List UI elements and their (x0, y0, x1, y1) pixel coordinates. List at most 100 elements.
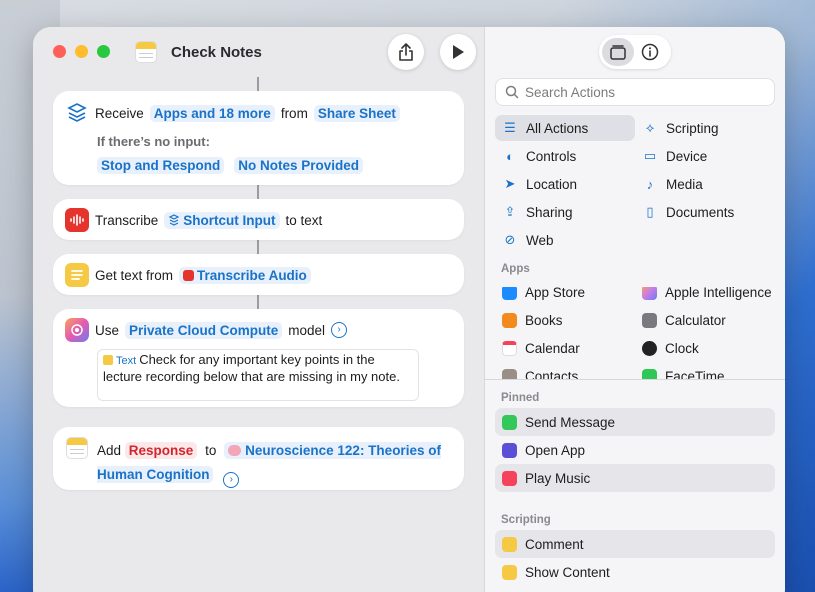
waveform-icon (183, 269, 195, 281)
scripting-comment[interactable]: Comment (495, 530, 775, 558)
transcribe-action-card[interactable]: Transcribe Shortcut Input to text (53, 199, 464, 240)
category-sharing[interactable]: ⇪ Sharing (495, 199, 573, 225)
scripting-label: Comment (525, 536, 584, 552)
app-store-icon (502, 287, 517, 300)
app-label: Contacts (525, 368, 579, 380)
close-button[interactable] (53, 45, 66, 58)
brain-icon (228, 445, 242, 456)
prompt-text-field[interactable]: Text Check for any important key points i… (97, 349, 419, 401)
device-icon: ▭ (643, 148, 657, 163)
play-icon (453, 45, 464, 59)
app-item-calendar[interactable]: Calendar (495, 335, 580, 361)
connector-line (257, 240, 259, 254)
share-button[interactable] (388, 34, 424, 70)
category-documents[interactable]: ▯ Documents (635, 199, 734, 225)
search-actions-field[interactable]: Search Actions (495, 78, 775, 106)
window-controls (53, 45, 110, 58)
category-all-actions[interactable]: ☰ All Actions (495, 115, 635, 141)
app-label: Clock (665, 340, 699, 356)
sidebar-segmented-control (599, 35, 671, 69)
app-item-apple-intelligence[interactable]: Apple Intelligence (635, 287, 772, 305)
category-scripting[interactable]: ⟡ Scripting (635, 115, 719, 141)
category-label: Scripting (666, 120, 719, 136)
app-label: Apple Intelligence (665, 287, 772, 300)
messages-icon (502, 414, 517, 430)
music-note-icon: ♪ (646, 176, 654, 192)
receive-action-card[interactable]: Receive Apps and 18 more from Share Shee… (53, 91, 464, 185)
use-model-action-card[interactable]: Use Private Cloud Compute model › Text Ch… (53, 309, 464, 407)
info-tab[interactable] (634, 38, 666, 66)
category-media[interactable]: ♪ Media (635, 171, 703, 197)
shortcut-input-icon (168, 214, 180, 226)
response-token[interactable]: Response (124, 442, 198, 459)
category-web[interactable]: ⊘ Web (495, 227, 554, 253)
use-verb: Use (95, 322, 120, 338)
category-label: Controls (526, 148, 577, 164)
chevron-right-icon[interactable]: › (223, 472, 240, 488)
category-label: Device (666, 148, 708, 164)
apple-intelligence-icon (642, 287, 657, 300)
pinned-label: Open App (525, 442, 586, 458)
shortcuts-window: Check Notes Receive Apps and 18 more fro… (33, 27, 785, 592)
app-item-app-store[interactable]: App Store (495, 287, 585, 305)
text-icon (103, 355, 113, 365)
get-text-action-card[interactable]: Get text from Transcribe Audio (53, 254, 464, 295)
category-location[interactable]: ➤ Location (495, 171, 578, 197)
shortcut-editor: Check Notes Receive Apps and 18 more fro… (33, 27, 484, 592)
model-token[interactable]: Private Cloud Compute (125, 321, 283, 339)
to-label: to (205, 443, 217, 458)
search-icon (505, 85, 519, 99)
clock-icon (642, 340, 657, 356)
pinned-section-header: Pinned (501, 392, 540, 404)
pinned-send-message[interactable]: Send Message (495, 408, 775, 436)
receive-verb: Receive (95, 105, 144, 121)
document-icon: ▯ (646, 204, 654, 219)
show-content-icon (502, 564, 517, 580)
window-title[interactable]: Check Notes (171, 44, 262, 61)
minimize-button[interactable] (75, 45, 88, 58)
get-text-verb: Get text from (95, 267, 174, 283)
apps-section-header: Apps (501, 263, 530, 275)
zoom-button[interactable] (97, 45, 110, 58)
calendar-icon (502, 340, 517, 356)
scripting-show-content[interactable]: Show Content (495, 558, 775, 586)
connector-line (257, 295, 259, 309)
pinned-play-music[interactable]: Play Music (495, 464, 775, 492)
no-input-label: If there’s no input: (97, 134, 210, 149)
run-button[interactable] (440, 34, 476, 70)
apps-list: App Store Apple Intelligence Books Calcu… (485, 287, 785, 379)
title-area: Check Notes (135, 41, 262, 63)
scripting-label: Show Content (525, 564, 610, 580)
app-item-books[interactable]: Books (495, 307, 563, 333)
pinned-label: Send Message (525, 414, 616, 430)
chevron-right-icon[interactable]: › (331, 322, 348, 338)
source-token[interactable]: Share Sheet (313, 104, 400, 122)
app-label: FaceTime (665, 368, 725, 380)
category-label: Location (526, 176, 578, 192)
stop-respond-token[interactable]: Stop and Respond (97, 157, 225, 174)
transcribe-audio-token[interactable]: Transcribe Audio (179, 266, 311, 284)
add-action-card[interactable]: Add Response to Neuroscience 122: Theori… (53, 427, 464, 490)
category-controls[interactable]: ◐ Controls (495, 143, 576, 169)
waveform-icon (65, 208, 89, 232)
app-item-clock[interactable]: Clock (635, 335, 699, 361)
library-tab[interactable] (602, 38, 634, 66)
open-app-icon (502, 442, 517, 458)
app-item-calculator[interactable]: Calculator (635, 307, 726, 333)
music-icon (502, 470, 517, 486)
contacts-icon (502, 368, 517, 379)
category-label: Web (526, 232, 554, 248)
app-item-facetime[interactable]: FaceTime (635, 363, 725, 379)
app-item-contacts[interactable]: Contacts (495, 363, 578, 379)
no-notes-token[interactable]: No Notes Provided (234, 157, 364, 174)
pinned-open-app[interactable]: Open App (495, 436, 775, 464)
category-device[interactable]: ▭ Device (635, 143, 707, 169)
app-label: Calculator (665, 312, 726, 328)
shortcut-input-token[interactable]: Shortcut Input (164, 211, 280, 229)
add-action-text: Add Response to Neuroscience 122: Theori… (97, 439, 442, 488)
connector-line (257, 77, 259, 91)
from-label: from (280, 105, 308, 121)
input-types-token[interactable]: Apps and 18 more (149, 104, 275, 122)
share-icon: ⇪ (504, 204, 516, 219)
toggle-icon: ◐ (506, 148, 514, 164)
